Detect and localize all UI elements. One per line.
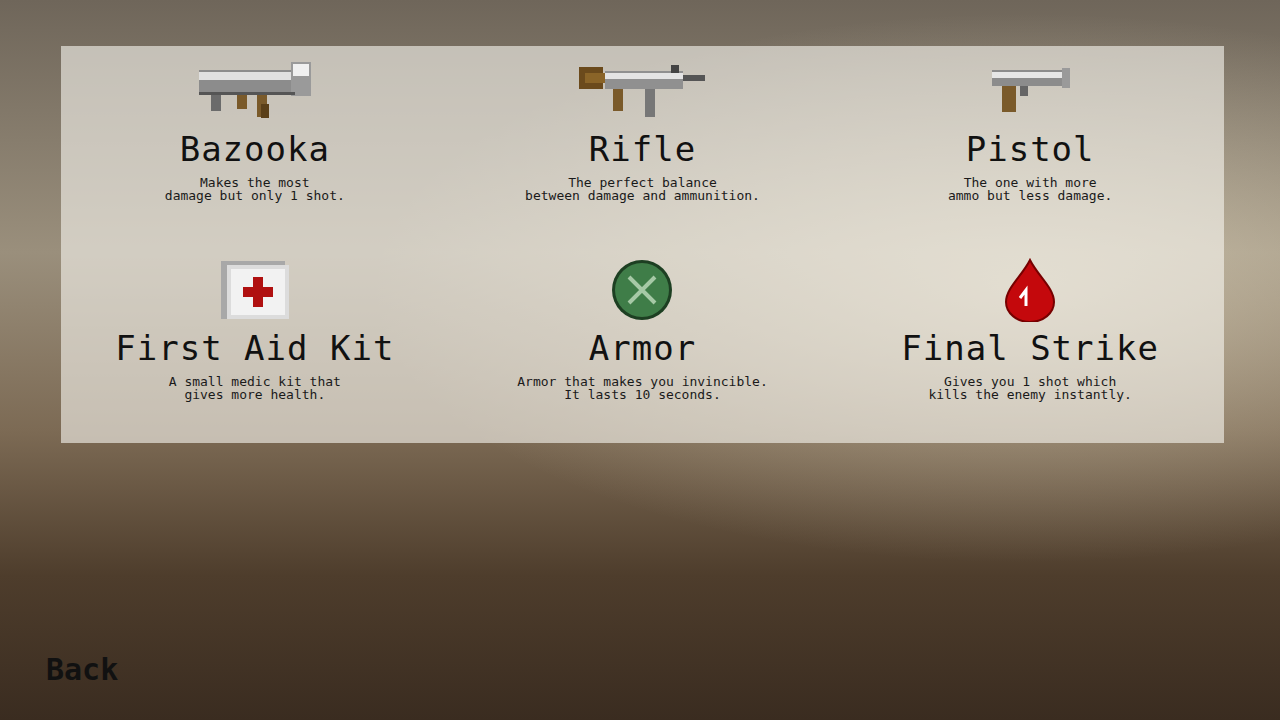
description-line: kills the enemy instantly. bbox=[836, 388, 1224, 401]
item-card: Bazooka Makes the mostdamage but only 1 s… bbox=[61, 46, 449, 245]
item-card: Final Strike Gives you 1 shot whichkills … bbox=[836, 245, 1224, 444]
back-button[interactable]: Back bbox=[38, 647, 126, 692]
first-aid-kit-icon bbox=[219, 259, 291, 321]
item-card: Rifle The perfect balancebetween damage a… bbox=[449, 46, 837, 245]
item-panel: Bazooka Makes the mostdamage but only 1 s… bbox=[61, 46, 1224, 443]
rifle-icon bbox=[579, 61, 705, 121]
description-line: Gives you 1 shot which bbox=[836, 375, 1224, 388]
bazooka-icon bbox=[197, 60, 313, 122]
item-title: Bazooka bbox=[61, 132, 449, 166]
description-line: Makes the most bbox=[61, 176, 449, 189]
description-line: gives more health. bbox=[61, 388, 449, 401]
item-description: A small medic kit thatgives more health. bbox=[61, 375, 449, 401]
description-line: The one with more bbox=[836, 176, 1224, 189]
description-line: The perfect balance bbox=[449, 176, 837, 189]
armor-icon bbox=[611, 259, 673, 321]
item-title: Armor bbox=[449, 331, 837, 365]
icon-box bbox=[61, 58, 449, 124]
pistol-icon bbox=[990, 66, 1070, 116]
item-card: First Aid Kit A small medic kit thatgives… bbox=[61, 245, 449, 444]
game-screen: Bazooka Makes the mostdamage but only 1 s… bbox=[0, 0, 1280, 720]
item-title: Rifle bbox=[449, 132, 837, 166]
description-line: ammo but less damage. bbox=[836, 189, 1224, 202]
icon-box bbox=[449, 257, 837, 323]
item-description: Makes the mostdamage but only 1 shot. bbox=[61, 176, 449, 202]
item-description: Gives you 1 shot whichkills the enemy in… bbox=[836, 375, 1224, 401]
description-line: damage but only 1 shot. bbox=[61, 189, 449, 202]
description-line: It lasts 10 seconds. bbox=[449, 388, 837, 401]
icon-box bbox=[836, 257, 1224, 323]
item-title: Final Strike bbox=[836, 331, 1224, 365]
item-description: The perfect balancebetween damage and am… bbox=[449, 176, 837, 202]
item-title: Pistol bbox=[836, 132, 1224, 166]
icon-box bbox=[449, 58, 837, 124]
description-line: Armor that makes you invincible. bbox=[449, 375, 837, 388]
item-description: Armor that makes you invincible.It lasts… bbox=[449, 375, 837, 401]
description-line: A small medic kit that bbox=[61, 375, 449, 388]
blood-drop-icon bbox=[1004, 258, 1056, 322]
icon-box bbox=[836, 58, 1224, 124]
item-card: Pistol The one with moreammo but less dam… bbox=[836, 46, 1224, 245]
item-description: The one with moreammo but less damage. bbox=[836, 176, 1224, 202]
description-line: between damage and ammunition. bbox=[449, 189, 837, 202]
item-title: First Aid Kit bbox=[61, 331, 449, 365]
item-card: Armor Armor that makes you invincible.It … bbox=[449, 245, 837, 444]
icon-box bbox=[61, 257, 449, 323]
